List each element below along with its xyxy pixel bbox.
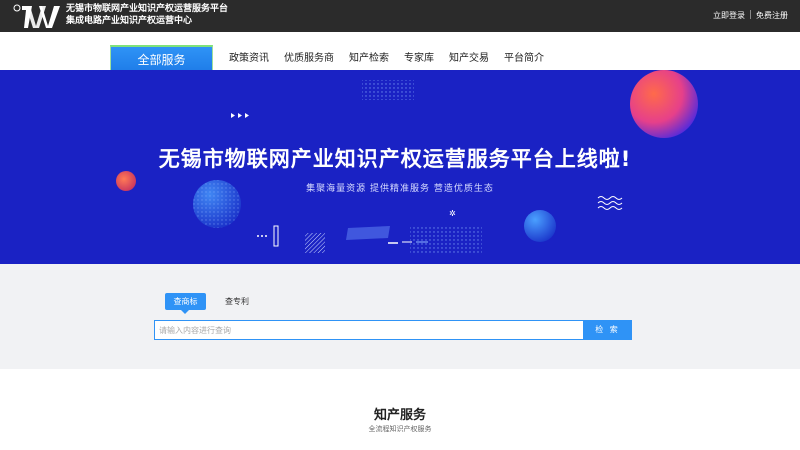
services-subtitle: 全流程知识产权服务	[368, 425, 432, 433]
main-nav: 全部服务 政策资讯 优质服务商 知产检索 专家库 知产交易 平台简介	[0, 32, 800, 72]
banner-subtitle: 集聚海量资源 提供精准服务 营造优质生态	[306, 184, 494, 194]
top-links: 立即登录 免费注册	[713, 10, 788, 21]
nav-item-policy[interactable]: 政策资讯	[229, 52, 269, 66]
tab-patent[interactable]: 查专利	[222, 293, 252, 310]
svg-text:✲: ✲	[449, 209, 456, 218]
dots-top	[362, 80, 414, 100]
dots-bottom	[410, 226, 482, 254]
nav-item-about[interactable]: 平台简介	[504, 52, 544, 66]
banner-title: 无锡市物联网产业知识产权运营服务平台上线啦!	[158, 147, 632, 171]
logo-line-1: 无锡市物联网产业知识产权运营服务平台	[66, 4, 229, 14]
hero-banner[interactable]: ✲ 无锡市物联网产业知识产权运营服务平台上线啦! 集聚海量资源 提供精准服务 营…	[0, 70, 800, 264]
logo-text: 无锡市物联网产业知识产权运营服务平台 集成电路产业知识产权运营中心	[66, 3, 228, 27]
search-button[interactable]: 检 索	[583, 320, 632, 340]
services-title: 知产服务	[373, 408, 426, 423]
divider	[750, 10, 751, 19]
top-bar: 无锡市物联网产业知识产权运营服务平台 集成电路产业知识产权运营中心 立即登录 免费…	[0, 0, 800, 32]
nav-item-ip-search[interactable]: 知产检索	[349, 52, 389, 66]
sphere-blue	[524, 210, 556, 242]
nav-item-providers[interactable]: 优质服务商	[284, 52, 334, 66]
tw-logo-mark-icon[interactable]	[12, 2, 64, 30]
nav-items: 政策资讯 优质服务商 知产检索 专家库 知产交易 平台简介	[229, 52, 559, 66]
search-input[interactable]	[154, 320, 584, 340]
nav-item-experts[interactable]: 专家库	[404, 52, 434, 66]
register-link[interactable]: 免费注册	[756, 11, 788, 20]
sphere-red-large	[630, 70, 698, 138]
login-link[interactable]: 立即登录	[713, 11, 745, 20]
search-section: 查商标 查专利 检 索	[0, 264, 800, 369]
logo-line-2: 集成电路产业知识产权运营中心	[66, 16, 193, 26]
hatch-square	[305, 233, 325, 253]
all-services-button[interactable]: 全部服务	[110, 45, 213, 72]
nav-item-ip-trade[interactable]: 知产交易	[449, 52, 489, 66]
tab-trademark[interactable]: 查商标	[165, 293, 206, 314]
